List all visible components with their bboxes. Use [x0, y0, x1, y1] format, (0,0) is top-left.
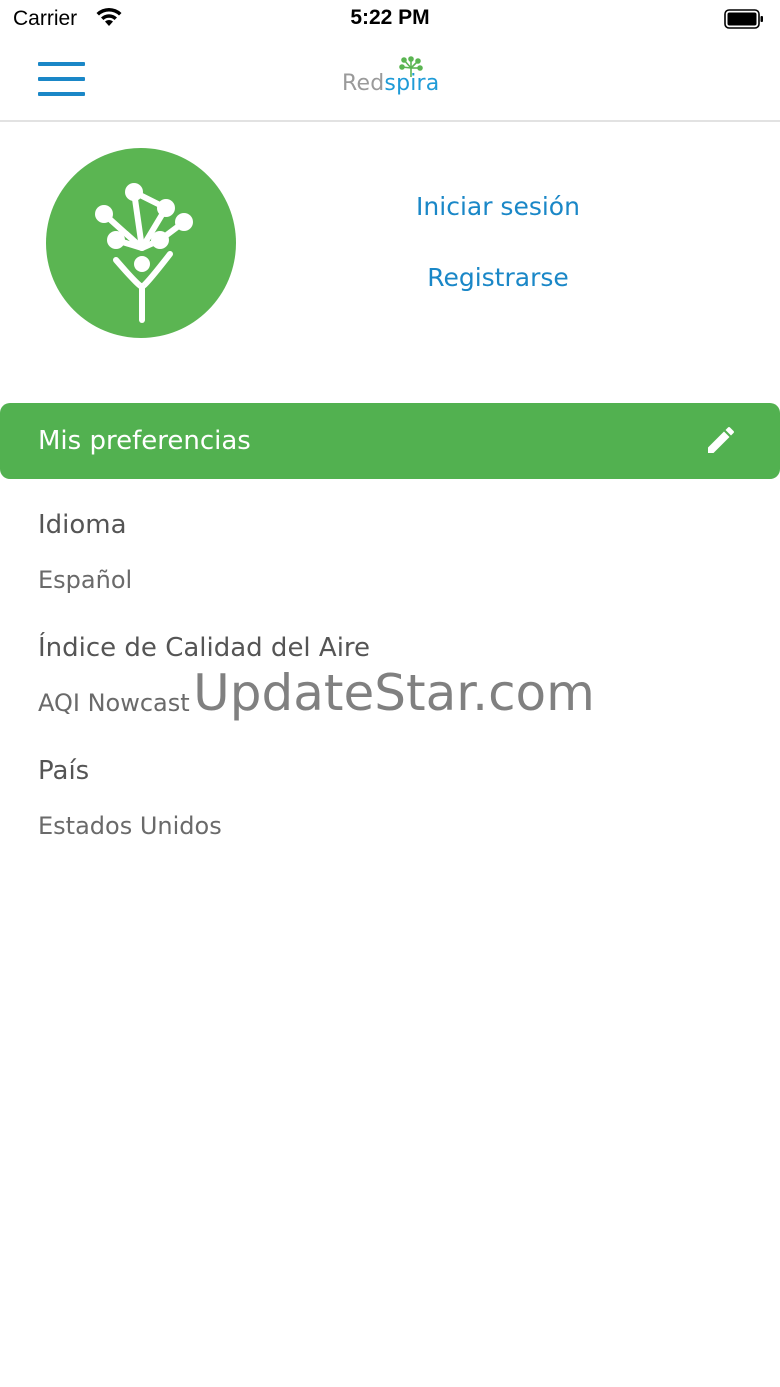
preference-label-language: Idioma [38, 510, 127, 540]
clock: 5:22 PM [350, 6, 430, 29]
hamburger-menu-icon[interactable] [30, 54, 92, 106]
logo-text-spira: spira [384, 71, 440, 96]
avatar [46, 148, 236, 338]
nav-bar: Redspira [0, 40, 780, 122]
preference-value-language: Español [38, 566, 133, 594]
login-link[interactable]: Iniciar sesión [338, 192, 658, 221]
preference-value-country: Estados Unidos [38, 812, 222, 840]
preference-label-country: País [38, 756, 90, 786]
tree-network-icon [95, 183, 193, 323]
logo-text-red: Red [342, 71, 385, 96]
preferences-title: Mis preferencias [38, 426, 251, 456]
watermark: UpdateStar.com [193, 664, 595, 722]
battery-icon [724, 9, 763, 29]
redspira-logo: Redspira [314, 54, 468, 106]
register-link[interactable]: Registrarse [338, 263, 658, 292]
logo-wordmark: Redspira [342, 71, 439, 96]
pencil-icon[interactable] [700, 423, 740, 459]
preference-label-aqi: Índice de Calidad del Aire [38, 633, 371, 663]
preferences-header: Mis preferencias [0, 403, 780, 479]
status-bar: Carrier 5:22 PM [0, 0, 780, 40]
